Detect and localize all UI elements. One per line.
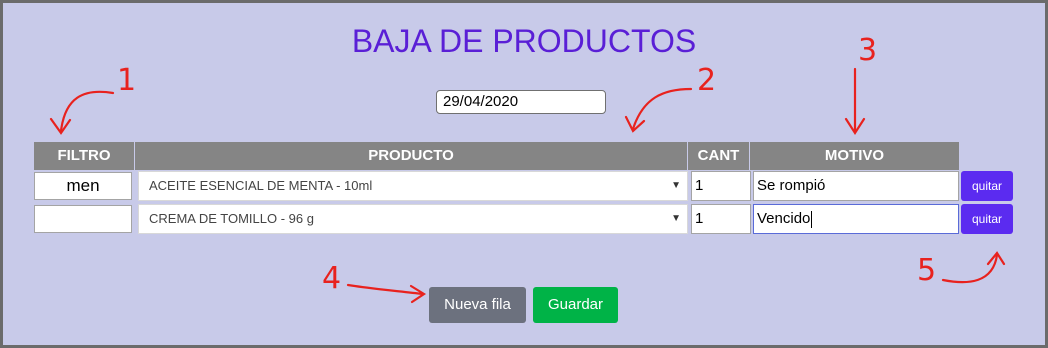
annotation-arrows xyxy=(49,67,1006,304)
annotation-arrow-5 xyxy=(941,253,999,284)
annotation-arrow-1-head xyxy=(49,117,72,135)
annotation-arrow-1 xyxy=(59,90,115,133)
page-frame: BAJA DE PRODUCTOS 29/04/2020 FILTRO PROD… xyxy=(0,0,1048,348)
